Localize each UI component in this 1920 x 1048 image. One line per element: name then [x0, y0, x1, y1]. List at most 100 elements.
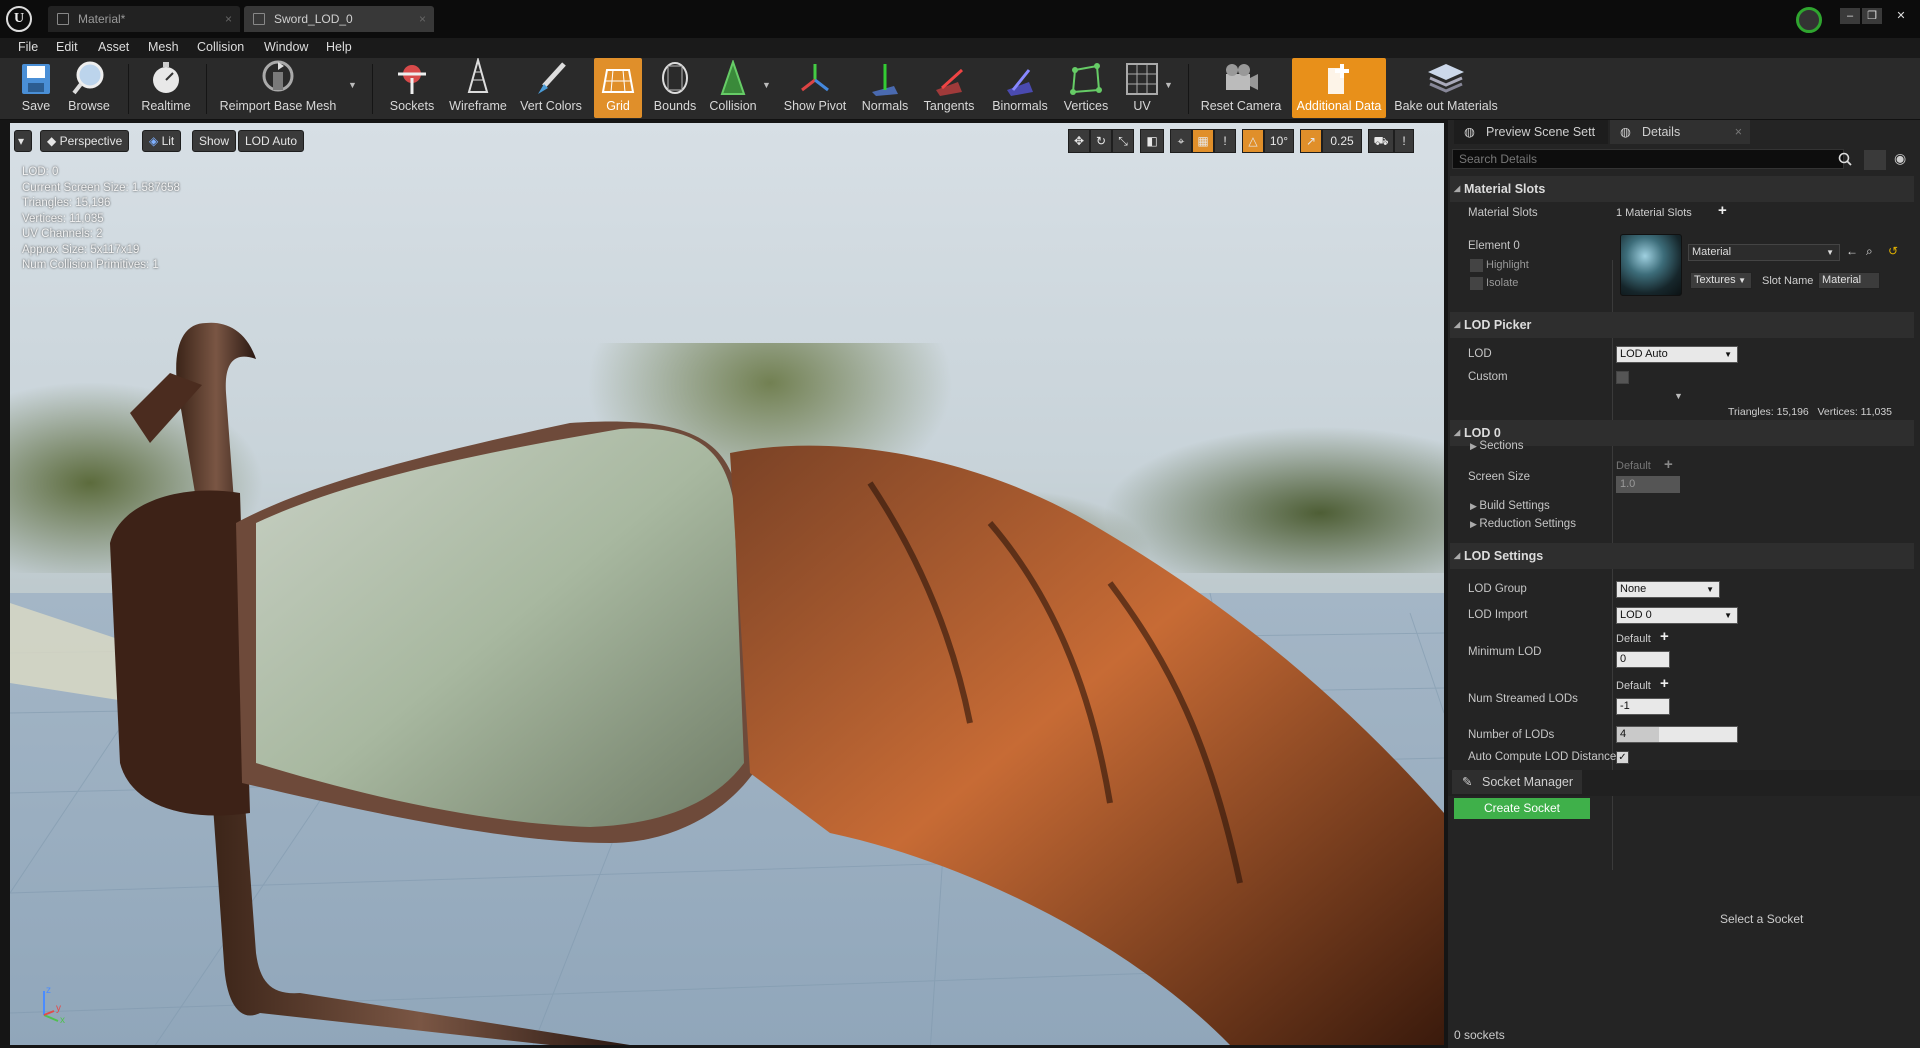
vert-colors-button[interactable]: Vert Colors — [518, 58, 584, 118]
realtime-button[interactable]: Realtime — [138, 58, 194, 118]
restore-button[interactable]: ❐ — [1862, 8, 1882, 24]
scale-snap-icon[interactable]: ↗ — [1300, 129, 1322, 153]
angle-snap-icon[interactable]: △ — [1242, 129, 1264, 153]
use-selected-arrow-icon[interactable]: ← — [1846, 244, 1858, 258]
slot-name-input[interactable]: Material — [1818, 272, 1880, 289]
sword-mesh — [10, 322, 1444, 1045]
material-slots-section[interactable]: Material Slots — [1450, 176, 1914, 202]
stat-approx-size: Approx Size: 5x117x19 — [22, 243, 140, 256]
add-platform-override-icon[interactable]: + — [1660, 628, 1669, 645]
screen-size-input[interactable]: 1.0 — [1616, 476, 1680, 493]
expand-arrow-icon[interactable]: ▼ — [1674, 391, 1683, 401]
tab-preview-scene-settings[interactable]: ◍ Preview Scene Sett — [1454, 120, 1608, 144]
normals-label: Normals — [861, 99, 909, 113]
textures-dropdown[interactable]: Textures — [1690, 272, 1752, 289]
translate-icon[interactable]: ✥ — [1068, 129, 1090, 153]
menu-edit[interactable]: Edit — [56, 40, 78, 54]
angle-snap-value[interactable]: 10° — [1264, 129, 1294, 153]
collision-dropdown-icon[interactable]: ▼ — [762, 80, 771, 90]
close-window-button[interactable]: ✕ — [1888, 8, 1914, 24]
menu-file[interactable]: File — [18, 40, 38, 54]
bounds-button[interactable]: Bounds — [650, 58, 700, 118]
binormals-button[interactable]: Binormals — [986, 58, 1054, 118]
viewport-options-icon[interactable]: ▾ — [14, 130, 32, 152]
isolate-checkbox[interactable] — [1470, 277, 1483, 290]
custom-checkbox[interactable] — [1616, 371, 1629, 384]
sections-expander[interactable]: ▶ Sections — [1470, 440, 1524, 452]
reduction-settings-expander[interactable]: ▶ Reduction Settings — [1470, 518, 1576, 530]
material-dropdown[interactable]: Material — [1688, 244, 1840, 261]
wireframe-button[interactable]: Wireframe — [448, 58, 508, 118]
material-thumbnail[interactable] — [1620, 234, 1682, 296]
isolate-label: Isolate — [1486, 277, 1519, 289]
additional-data-button[interactable]: Additional Data — [1292, 58, 1386, 118]
lod-picker-dropdown[interactable]: LOD Auto — [1616, 346, 1738, 363]
vert-colors-label: Vert Colors — [520, 99, 582, 113]
lod-group-dropdown[interactable]: None — [1616, 581, 1720, 598]
menu-window[interactable]: Window — [264, 40, 308, 54]
minimize-button[interactable]: – — [1840, 8, 1860, 24]
add-platform-override-icon[interactable]: + — [1660, 675, 1669, 692]
auto-compute-lod-checkbox[interactable]: ✓ — [1616, 751, 1629, 764]
tab-material[interactable]: Material* × — [48, 6, 240, 32]
show-button[interactable]: Show — [192, 130, 237, 152]
scale-icon[interactable]: ⤡ — [1112, 129, 1134, 153]
grid-snap-icon[interactable]: ▦ — [1192, 129, 1214, 153]
surface-snap-icon[interactable]: ⌖ — [1170, 129, 1192, 153]
close-icon[interactable]: × — [225, 6, 232, 32]
pivot-icon — [801, 64, 829, 92]
num-streamed-lods-input[interactable]: -1 — [1616, 698, 1670, 715]
normals-button[interactable]: Normals — [858, 58, 912, 118]
sockets-button[interactable]: Sockets — [388, 58, 436, 118]
bake-out-materials-button[interactable]: Bake out Materials — [1392, 58, 1500, 118]
show-pivot-button[interactable]: Show Pivot — [780, 58, 850, 118]
viewport[interactable]: ▾ ◆ Perspective ◈ Lit Show LOD Auto LOD:… — [10, 123, 1444, 1045]
rotate-icon[interactable]: ↻ — [1090, 129, 1112, 153]
browse-asset-icon[interactable]: ⌕ — [1866, 244, 1873, 259]
reimport-base-mesh-button[interactable]: Reimport Base Mesh — [218, 58, 338, 118]
menu-asset[interactable]: Asset — [98, 40, 129, 54]
perspective-button[interactable]: ◆ Perspective — [40, 130, 130, 152]
create-socket-button[interactable]: Create Socket — [1454, 798, 1590, 819]
collision-button[interactable]: Collision — [706, 58, 760, 118]
build-settings-expander[interactable]: ▶ Build Settings — [1470, 500, 1550, 512]
reset-to-default-icon[interactable]: ↺ — [1888, 244, 1898, 258]
lod-settings-section[interactable]: LOD Settings — [1450, 543, 1914, 569]
lod-import-dropdown[interactable]: LOD 0 — [1616, 607, 1738, 624]
uv-button[interactable]: UV — [1118, 58, 1166, 118]
menu-collision[interactable]: Collision — [197, 40, 244, 54]
close-icon[interactable]: × — [1735, 120, 1742, 144]
eye-icon[interactable]: ◉ — [1894, 150, 1906, 167]
vertices-button[interactable]: Vertices — [1060, 58, 1112, 118]
menu-help[interactable]: Help — [326, 40, 352, 54]
menu-mesh[interactable]: Mesh — [148, 40, 179, 54]
save-button[interactable]: Save — [14, 58, 58, 118]
lit-button[interactable]: ◈ Lit — [142, 130, 182, 152]
add-material-slot-icon[interactable]: + — [1718, 202, 1727, 219]
tab-sword-lod[interactable]: Sword_LOD_0 × — [244, 6, 434, 32]
reimport-dropdown-icon[interactable]: ▼ — [348, 80, 357, 90]
highlight-checkbox[interactable] — [1470, 259, 1483, 272]
tab-details[interactable]: ◍ Details × — [1610, 120, 1750, 144]
close-icon[interactable]: × — [419, 6, 426, 32]
grid-snap-warning[interactable]: ! — [1214, 129, 1236, 153]
lod-picker-section[interactable]: LOD Picker — [1450, 312, 1914, 338]
uv-dropdown-icon[interactable]: ▼ — [1164, 80, 1173, 90]
add-platform-override-icon[interactable]: + — [1664, 456, 1673, 473]
reset-camera-button[interactable]: Reset Camera — [1200, 58, 1282, 118]
property-matrix-icon[interactable] — [1864, 150, 1886, 170]
number-of-lods-slider[interactable]: 4 — [1616, 726, 1738, 743]
camera-speed-warning[interactable]: ! — [1394, 129, 1414, 153]
camera-speed-icon[interactable]: ⛟ — [1368, 129, 1394, 153]
browse-button[interactable]: Browse — [66, 58, 112, 118]
lod-auto-button[interactable]: LOD Auto — [238, 130, 305, 152]
world-local-icon[interactable]: ◧ — [1140, 129, 1164, 153]
grid-button[interactable]: Grid — [594, 58, 642, 118]
custom-label: Custom — [1468, 371, 1508, 383]
search-details-input[interactable]: Search Details — [1452, 149, 1844, 169]
tab-socket-manager[interactable]: ✎ Socket Manager — [1452, 770, 1582, 794]
minimum-lod-input[interactable]: 0 — [1616, 651, 1670, 668]
tangents-button[interactable]: Tangents — [920, 58, 978, 118]
scale-snap-value[interactable]: 0.25 — [1322, 129, 1362, 153]
source-control-icon[interactable] — [1796, 7, 1822, 33]
